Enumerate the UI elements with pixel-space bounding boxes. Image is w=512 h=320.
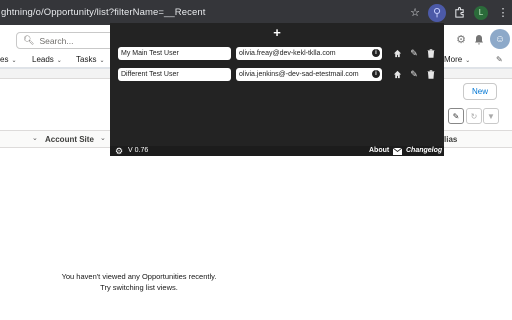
chevron-down-icon: ⌄ (99, 58, 105, 64)
settings-icon[interactable]: ⚙ (115, 146, 123, 156)
chevron-down-icon: ⌄ (11, 58, 17, 64)
extension-icon[interactable]: ⚲ (428, 3, 446, 22)
browser-toolbar: ghtning/o/Opportunity/list?filterName=__… (0, 0, 512, 25)
puzzle-icon[interactable] (450, 4, 468, 22)
trash-icon[interactable] (425, 68, 437, 81)
global-search-input[interactable]: 🔍︎ Search... (16, 32, 116, 49)
new-button[interactable]: New (463, 83, 497, 100)
info-icon[interactable]: i (372, 49, 380, 57)
nav-item-tasks[interactable]: Tasks ⌄ (76, 55, 104, 64)
chevron-down-icon[interactable]: ⌄ (100, 134, 106, 142)
mail-icon[interactable] (392, 146, 403, 156)
user-name-field[interactable]: My Main Test User (118, 47, 231, 60)
header-utility-icons: ⚙ ☺ (451, 29, 512, 49)
bell-icon[interactable] (471, 29, 487, 49)
home-icon[interactable] (391, 68, 403, 81)
version-label: V 0.76 (128, 147, 149, 154)
info-icon[interactable]: i (372, 70, 380, 78)
changelog-link[interactable]: Changelog (406, 146, 442, 156)
column-header-alias[interactable]: lias (444, 135, 457, 144)
nav-item-opportunities[interactable]: es ⌄ (0, 55, 16, 64)
search-placeholder: Search... (39, 35, 74, 46)
empty-state-message: You haven't viewed any Opportunities rec… (61, 272, 217, 292)
user-name-field[interactable]: Different Test User (118, 68, 231, 81)
popup-footer: ⚙ V 0.76 About Changelog (110, 146, 444, 156)
trash-icon[interactable] (425, 47, 437, 60)
filter-button[interactable]: ▼ (483, 108, 499, 124)
add-user-button[interactable]: + (270, 25, 284, 40)
search-icon: 🔍︎ (23, 35, 35, 45)
chevron-down-icon: ⌄ (465, 58, 471, 64)
star-icon[interactable]: ☆ (406, 4, 424, 22)
refresh-button[interactable]: ↻ (466, 108, 482, 124)
nav-item-more[interactable]: More ⌄ (444, 55, 470, 64)
user-email-field[interactable]: olivia.jenkins@-dev-sad-etestmail.com i (236, 68, 382, 81)
browser-actions: ☆ ⚲ L ⋮ (402, 0, 512, 25)
gear-icon[interactable]: ⚙ (453, 29, 469, 49)
menu-icon[interactable]: ⋮ (494, 4, 512, 22)
user-switcher-popup: + My Main Test User olivia.freay@dev-kek… (110, 23, 444, 156)
profile-icon[interactable]: L (472, 4, 490, 22)
column-header-account-site[interactable]: Account Site (45, 135, 94, 144)
chevron-down-icon: ⌄ (56, 58, 62, 64)
home-icon[interactable] (391, 47, 403, 60)
edit-nav-icon[interactable]: ✎ (496, 55, 503, 64)
nav-item-leads[interactable]: Leads ⌄ (32, 55, 62, 64)
chevron-down-icon[interactable]: ⌄ (32, 134, 38, 142)
about-link[interactable]: About (369, 146, 389, 156)
edit-icon[interactable]: ✎ (408, 47, 420, 60)
avatar[interactable]: ☺ (490, 29, 510, 49)
address-bar-url[interactable]: ghtning/o/Opportunity/list?filterName=__… (1, 7, 205, 18)
edit-list-button[interactable]: ✎ (448, 108, 464, 124)
edit-icon[interactable]: ✎ (408, 68, 420, 81)
user-email-field[interactable]: olivia.freay@dev-kekl-tklla.com i (236, 47, 382, 60)
